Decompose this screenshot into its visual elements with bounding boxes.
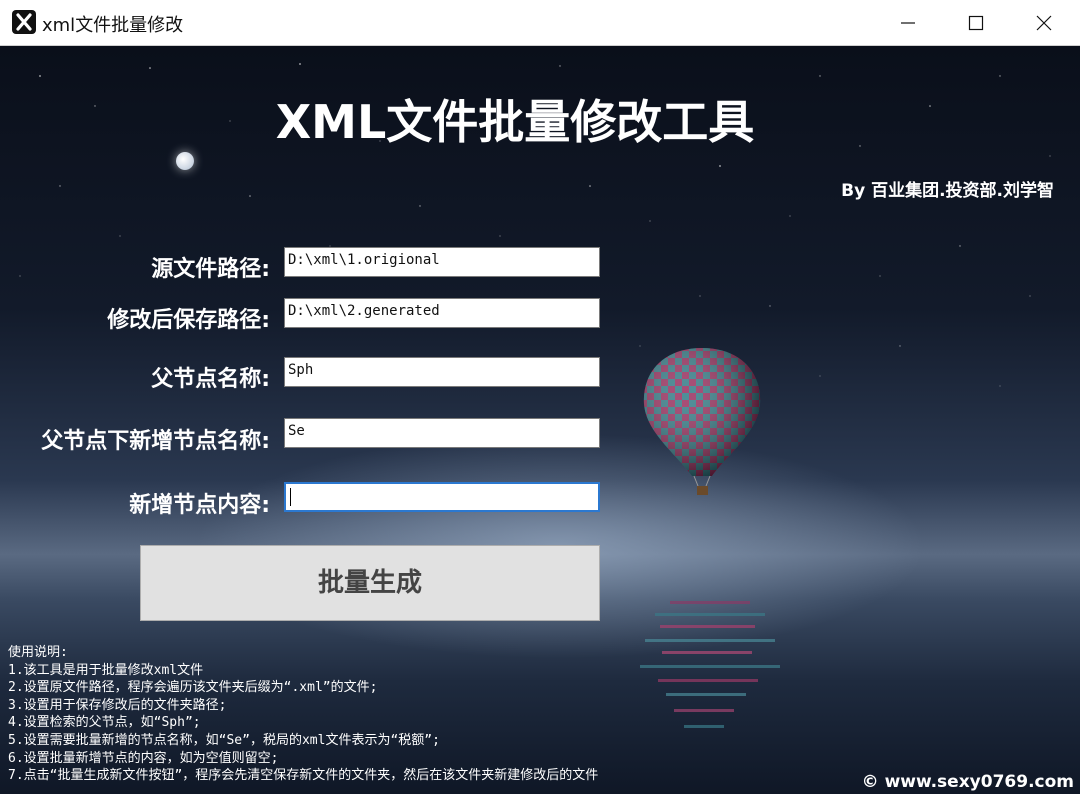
instruction-line: 2.设置原文件路径，程序会遍历该文件夹后缀为“.xml”的文件; [8, 680, 378, 696]
usage-instructions: 使用说明: 1.该工具是用于批量修改xml文件 2.设置原文件路径，程序会遍历该… [8, 644, 598, 785]
instruction-line: 1.该工具是用于批量修改xml文件 [8, 662, 204, 678]
title-bar: xml文件批量修改 [0, 0, 1080, 46]
new-node-name-label: 父节点下新增节点名称: [41, 429, 270, 454]
app-x-icon [12, 10, 36, 34]
parent-node-input[interactable]: Sph [284, 357, 600, 387]
window-title: xml文件批量修改 [42, 15, 184, 36]
text-caret [290, 488, 291, 506]
author-credit: By 百业集团.投资部.刘学智 [841, 181, 1054, 201]
batch-generate-button[interactable]: 批量生成 [140, 545, 600, 621]
instruction-line: 使用说明: [8, 645, 68, 660]
minimize-button[interactable] [874, 0, 942, 46]
new-node-content-input[interactable] [284, 482, 600, 512]
close-icon [1036, 15, 1052, 31]
main-window-content: XML文件批量修改工具 By 百业集团.投资部.刘学智 源文件路径: D:\xm… [0, 46, 1080, 794]
maximize-button[interactable] [942, 0, 1010, 46]
water-reflection [640, 601, 780, 728]
moon-decoration [176, 152, 194, 170]
maximize-icon [968, 15, 984, 31]
new-node-name-input[interactable]: Se [284, 418, 600, 448]
close-button[interactable] [1010, 0, 1078, 46]
source-path-input[interactable]: D:\xml\1.origional [284, 247, 600, 277]
watermark: © www.sexy0769.com [861, 772, 1074, 792]
save-path-label: 修改后保存路径: [107, 308, 270, 333]
instruction-line: 4.设置检索的父节点，如“Sph”; [8, 715, 201, 731]
instruction-line: 3.设置用于保存修改后的文件夹路径; [8, 697, 227, 713]
page-title: XML文件批量修改工具 [275, 95, 755, 149]
parent-node-label: 父节点名称: [151, 367, 270, 392]
instruction-line: 7.点击“批量生成新文件按钮”，程序会先清空保存新文件的文件夹，然后在该文件夹新… [8, 768, 599, 784]
save-path-input[interactable]: D:\xml\2.generated [284, 298, 600, 328]
source-path-label: 源文件路径: [151, 257, 270, 282]
instruction-line: 5.设置需要批量新增的节点名称，如“Se”，税局的xml文件表示为“税额”; [8, 732, 440, 748]
minimize-icon [901, 22, 915, 24]
hot-air-balloon-image [643, 348, 761, 495]
instruction-line: 6.设置批量新增节点的内容，如为空值则留空; [8, 750, 279, 766]
new-node-content-label: 新增节点内容: [129, 493, 270, 518]
